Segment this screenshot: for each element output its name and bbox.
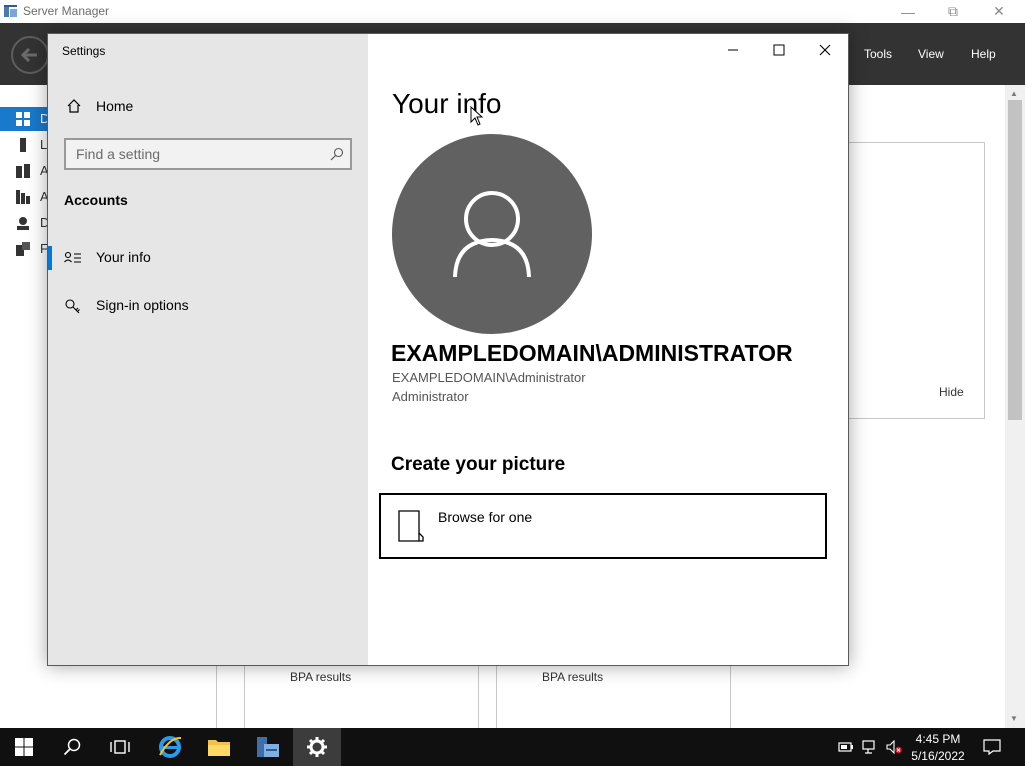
bpa-results-label[interactable]: BPA results — [542, 670, 603, 684]
bpa-results-label[interactable]: BPA results — [290, 670, 351, 684]
dns-icon — [17, 217, 29, 230]
file-storage-icon — [16, 242, 30, 256]
clock-time[interactable]: 4:45 PM — [910, 732, 966, 746]
menu-tools[interactable]: Tools — [864, 47, 892, 61]
sm-close-button[interactable]: ✕ — [976, 0, 1022, 23]
server-manager-app-icon — [4, 5, 17, 17]
nav-file-storage[interactable]: F — [0, 237, 48, 261]
accounts-section-heading: Accounts — [64, 192, 128, 208]
key-icon — [65, 299, 80, 314]
minimize-icon — [728, 49, 738, 51]
bpa-panel — [496, 665, 731, 728]
page-title: Your info — [392, 88, 502, 119]
settings-gear-icon — [307, 737, 327, 757]
settings-taskbar-button[interactable] — [293, 728, 341, 766]
clock-date[interactable]: 5/16/2022 — [910, 749, 966, 763]
home-label: Home — [96, 98, 134, 114]
settings-search-box[interactable] — [64, 138, 352, 170]
maximize-button[interactable] — [756, 36, 802, 64]
file-explorer-button[interactable] — [195, 728, 243, 766]
task-view-icon — [110, 740, 130, 754]
file-icon — [398, 510, 424, 542]
server-manager-taskbar-button[interactable] — [244, 728, 292, 766]
network-icon[interactable] — [862, 740, 878, 754]
internet-explorer-icon — [159, 736, 182, 758]
server-manager-icon — [257, 737, 279, 757]
maximize-icon — [773, 44, 785, 56]
settings-window-title: Settings — [62, 44, 106, 58]
create-picture-heading: Create your picture — [391, 454, 566, 475]
scrollbar-thumb[interactable] — [1008, 100, 1022, 420]
browse-for-one-button[interactable]: Browse for one — [379, 493, 827, 559]
nav-dns[interactable]: D — [0, 211, 49, 235]
account-type: Administrator — [392, 389, 469, 404]
internet-explorer-button[interactable] — [146, 728, 194, 766]
browse-label: Browse for one — [438, 509, 533, 525]
nav-your-info[interactable]: Your info — [48, 240, 368, 276]
sm-minimize-button[interactable]: — — [885, 0, 931, 23]
taskbar-search-button[interactable] — [48, 728, 96, 766]
server-manager-nav: D L A A D F — [0, 85, 49, 728]
server-manager-titlebar: Server Manager — ⧉ ✕ — [0, 0, 1025, 23]
close-button[interactable] — [802, 36, 848, 64]
server-manager-title: Server Manager — [23, 4, 110, 18]
nav-sign-in-options[interactable]: Sign-in options — [48, 288, 368, 324]
back-arrow-button[interactable] — [11, 36, 49, 74]
nav-all-servers[interactable]: A — [0, 159, 49, 183]
nav-item-label: Sign-in options — [96, 297, 189, 313]
nav-local-server[interactable]: L — [0, 133, 48, 157]
start-button[interactable] — [0, 728, 48, 766]
dashboard-icon — [16, 112, 30, 126]
back-arrow-icon — [20, 47, 37, 63]
hide-link[interactable]: Hide — [939, 385, 964, 399]
search-icon — [63, 738, 81, 756]
servers-icon — [16, 164, 30, 178]
notification-icon[interactable] — [983, 739, 1001, 755]
task-view-button[interactable] — [96, 728, 144, 766]
server-manager-tile — [848, 142, 985, 419]
volume-muted-icon[interactable] — [886, 740, 902, 754]
divider — [216, 665, 217, 728]
search-input[interactable] — [76, 145, 316, 163]
home-nav-item[interactable]: Home — [48, 90, 368, 122]
nav-ad-ds[interactable]: A — [0, 185, 49, 209]
server-icon — [20, 138, 26, 152]
battery-icon[interactable] — [838, 740, 854, 754]
sm-restore-button[interactable]: ⧉ — [930, 0, 976, 23]
scroll-down-arrow-icon[interactable]: ▼ — [1010, 714, 1018, 723]
nav-dashboard[interactable]: D — [0, 107, 49, 131]
search-icon[interactable] — [330, 147, 344, 161]
nav-item-label: Your info — [96, 249, 151, 265]
menu-view[interactable]: View — [918, 47, 944, 61]
selected-indicator — [48, 246, 52, 270]
settings-window: Settings Home Accounts Your info — [47, 33, 849, 666]
settings-sidebar: Settings Home Accounts Your info — [48, 34, 368, 665]
scroll-up-arrow-icon[interactable]: ▲ — [1010, 89, 1018, 98]
person-list-icon — [64, 251, 81, 263]
close-icon — [819, 44, 831, 56]
avatar — [392, 134, 592, 334]
directory-icon — [16, 190, 30, 204]
account-id: EXAMPLEDOMAIN\Administrator — [392, 370, 586, 385]
home-icon — [67, 99, 81, 113]
account-display-name: EXAMPLEDOMAIN\ADMINISTRATOR — [391, 340, 793, 366]
file-explorer-icon — [208, 740, 230, 756]
start-icon — [15, 738, 33, 756]
person-icon — [453, 191, 531, 278]
bpa-panel — [244, 665, 479, 728]
mouse-cursor-icon — [470, 106, 484, 126]
minimize-button[interactable] — [710, 36, 756, 64]
menu-help[interactable]: Help — [971, 47, 996, 61]
